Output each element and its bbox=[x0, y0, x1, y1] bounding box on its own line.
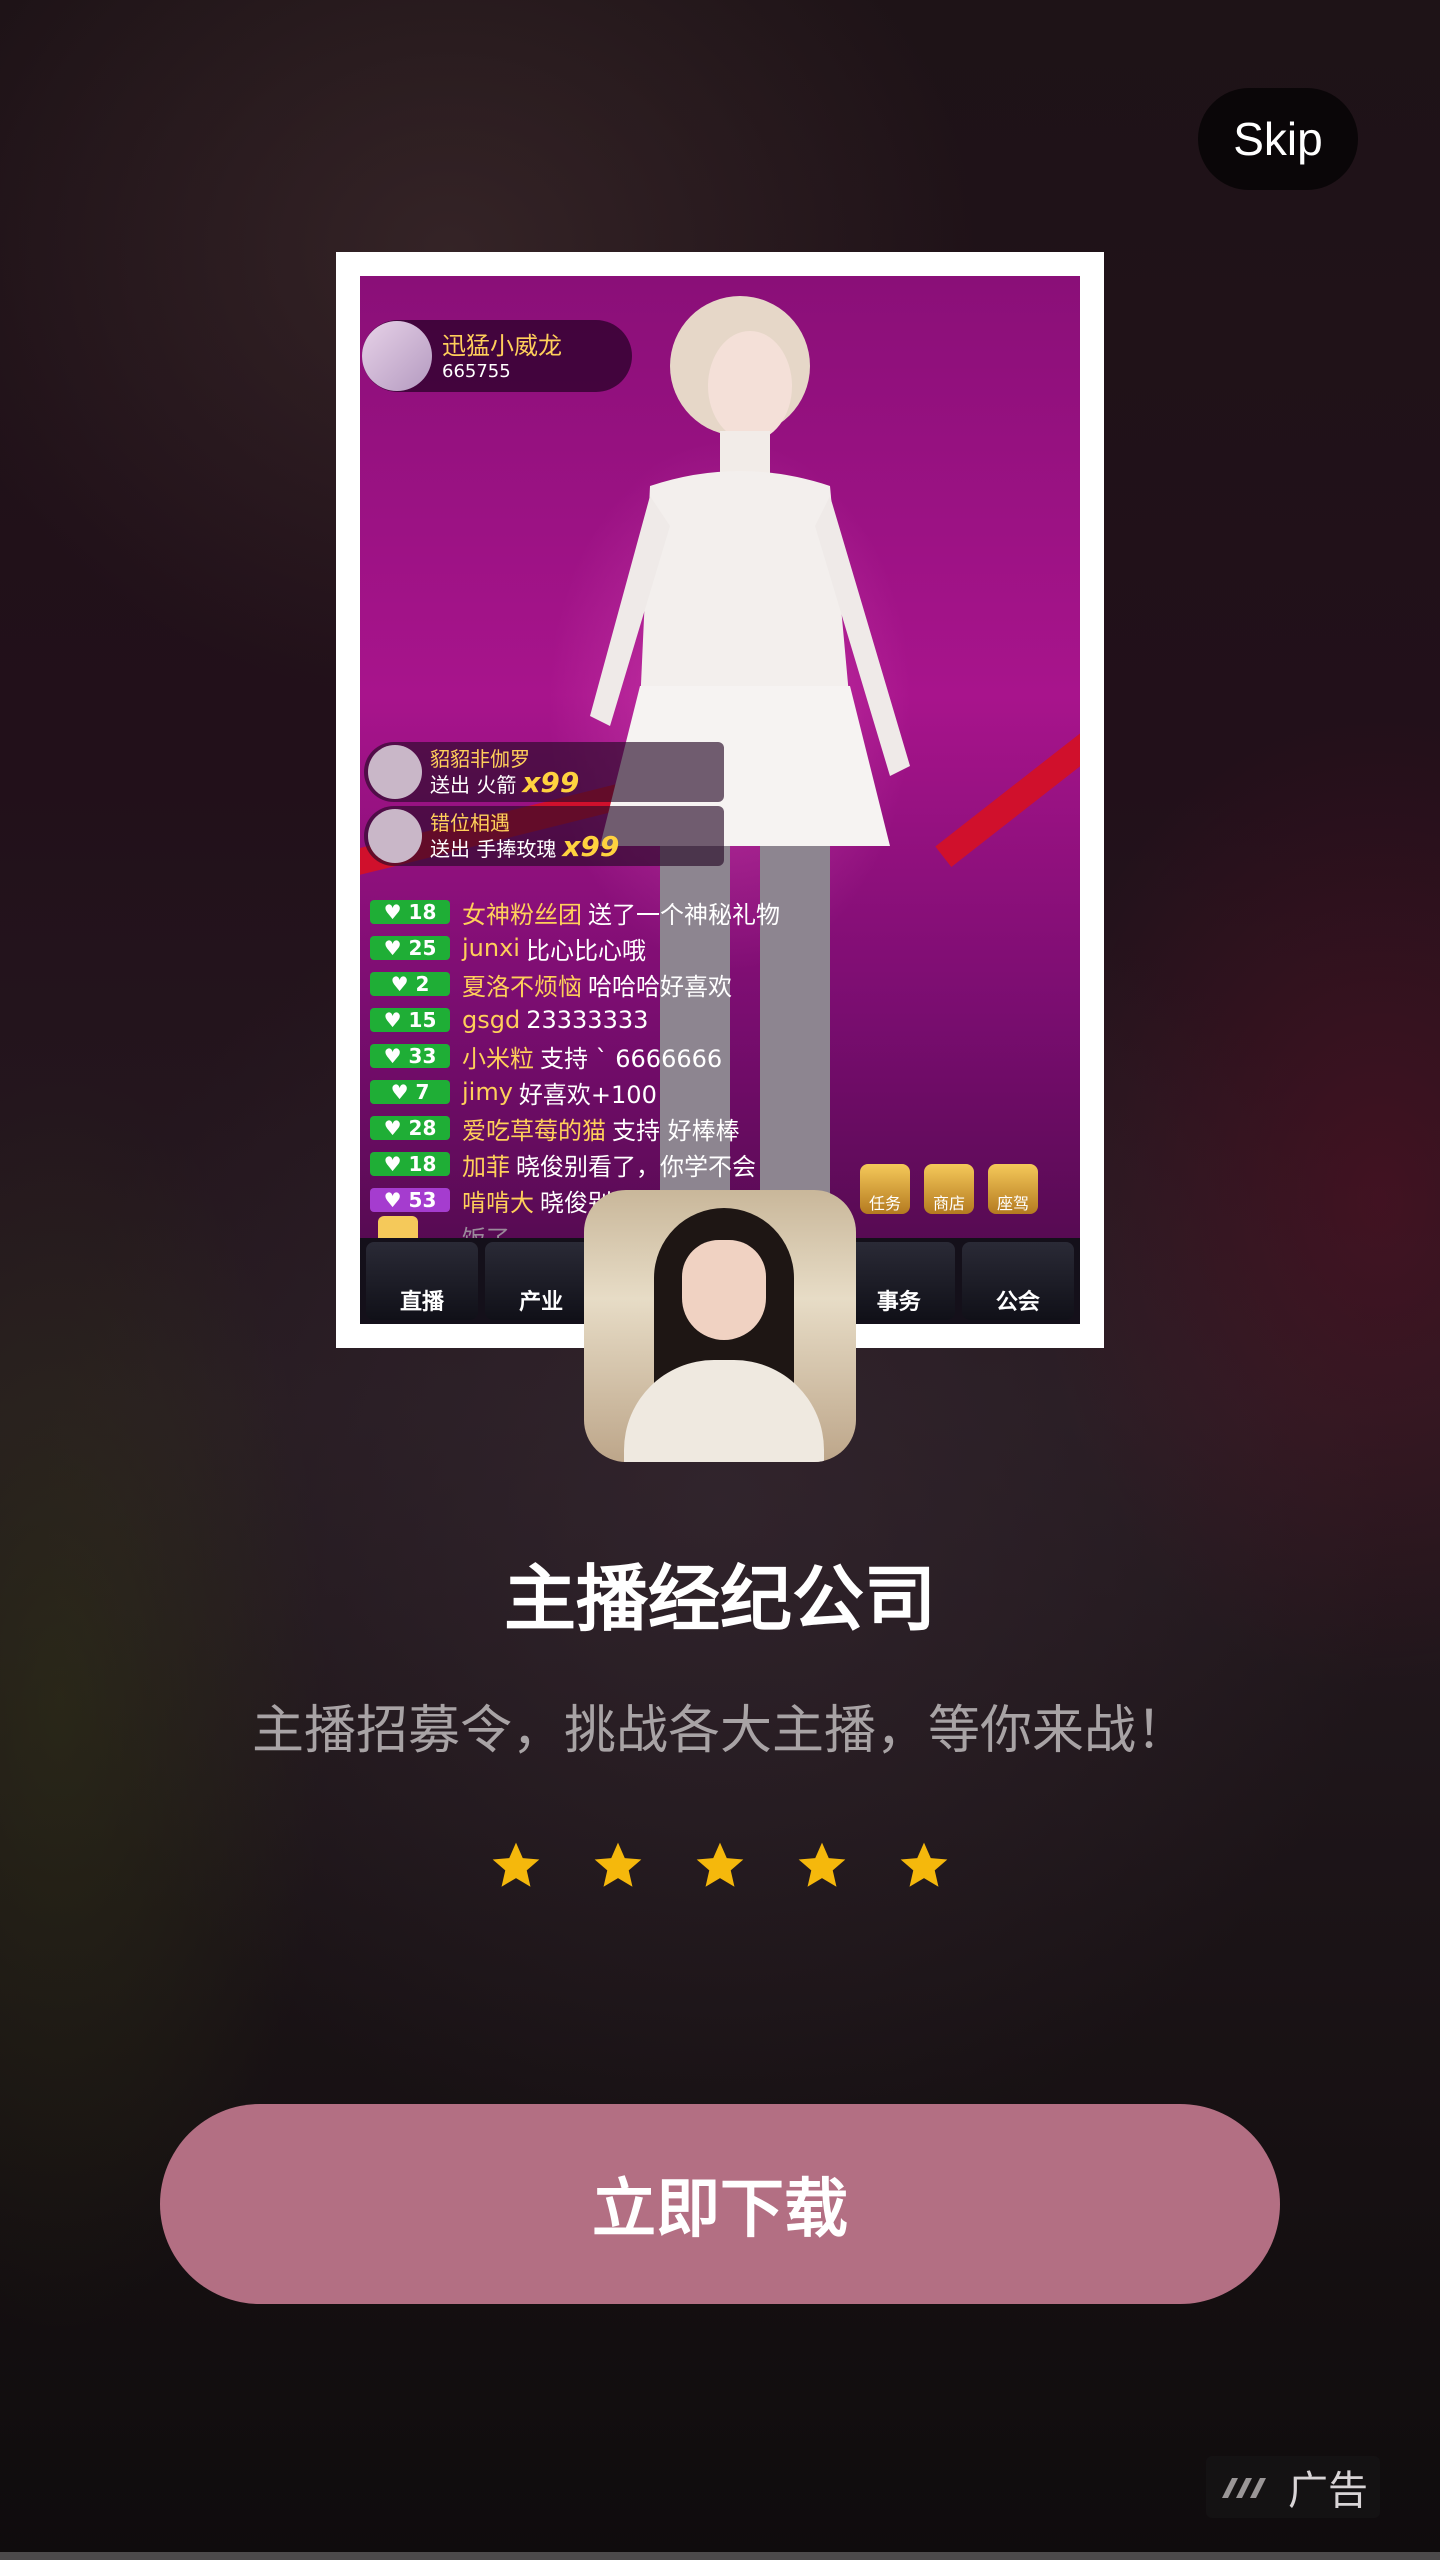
chat-user: 夏洛不烦恼 bbox=[462, 972, 582, 1001]
gift-text: 送出 手捧玫瑰 bbox=[430, 837, 557, 861]
chat-message: 好喜欢+100 bbox=[518, 1080, 657, 1109]
app-icon bbox=[584, 1190, 856, 1462]
avatar bbox=[368, 809, 422, 863]
gift-count: x99 bbox=[522, 766, 580, 799]
skip-button[interactable]: Skip bbox=[1198, 88, 1358, 190]
list-item: ♥ 25 junxi 比心比心哦 bbox=[370, 930, 1070, 966]
download-button[interactable]: 立即下载 bbox=[160, 2104, 1280, 2304]
level-badge: ♥ 18 bbox=[370, 900, 450, 924]
chat-user: 女神粉丝团 bbox=[462, 900, 582, 929]
list-item: ♥ 2 夏洛不烦恼 哈哈哈好喜欢 bbox=[370, 966, 1070, 1002]
level-badge: ♥ 33 bbox=[370, 1044, 450, 1068]
level-badge: ♥ 15 bbox=[370, 1008, 450, 1032]
chat-message: 晓俊别看了，你学不会 bbox=[516, 1152, 756, 1181]
promo-screenshot: 迅猛小威龙 665755 貂貂非伽罗 送出 火箭 x99 错位相遇 送出 手捧玫瑰… bbox=[336, 252, 1104, 1348]
divider bbox=[0, 2552, 1440, 2560]
industry-button[interactable]: 产业 bbox=[485, 1242, 598, 1320]
level-badge: ♥ 2 bbox=[370, 972, 450, 996]
app-subtitle: 主播招募令，挑战各大主播，等你来战！ bbox=[251, 1701, 1188, 1761]
decorative-ribbon bbox=[935, 711, 1080, 867]
list-item: ♥ 33 小米粒 支持 ` 6666666 bbox=[370, 1038, 1070, 1074]
level-badge: ♥ 28 bbox=[370, 1116, 450, 1140]
level-badge: ♥ 25 bbox=[370, 936, 450, 960]
chat-message: 送了一个神秘礼物 bbox=[588, 900, 780, 929]
chat-message: 23333333 bbox=[526, 1006, 649, 1034]
avatar bbox=[368, 745, 422, 799]
vehicle-icon[interactable]: 座驾 bbox=[988, 1164, 1038, 1214]
app-title: 主播经纪公司 bbox=[503, 1557, 936, 1641]
star-icon bbox=[594, 1842, 642, 1887]
host-avatar bbox=[362, 321, 432, 391]
shop-icons: 任务 商店 座驾 bbox=[860, 1164, 1038, 1214]
chat-message: 支持 好棒棒 bbox=[612, 1116, 740, 1145]
ad-logo-icon bbox=[1222, 2478, 1266, 2498]
host-name: 迅猛小威龙 bbox=[442, 331, 562, 360]
list-item: ♥ 18 女神粉丝团 送了一个神秘礼物 bbox=[370, 894, 1070, 930]
chat-user: 爱吃草莓的猫 bbox=[462, 1116, 606, 1145]
star-icon bbox=[492, 1842, 540, 1887]
chat-user: gsgd bbox=[462, 1006, 521, 1034]
chat-user: junxi bbox=[462, 934, 520, 962]
chat-user: 加菲 bbox=[462, 1152, 510, 1181]
level-badge: ♥ 53 bbox=[370, 1188, 450, 1212]
list-item: ♥ 28 爱吃草莓的猫 支持 好棒棒 bbox=[370, 1110, 1070, 1146]
chat-user: 啃啃大 bbox=[462, 1188, 534, 1217]
ad-label: 广告 bbox=[1288, 2468, 1368, 2514]
guild-button[interactable]: 公会 bbox=[961, 1242, 1074, 1320]
level-badge: ♥ 7 bbox=[370, 1080, 450, 1104]
list-item: ♥ 15 gsgd 23333333 bbox=[370, 1002, 1070, 1038]
gift-banner: 貂貂非伽罗 送出 火箭 x99 bbox=[364, 742, 724, 802]
live-button[interactable]: 直播 bbox=[366, 1242, 478, 1320]
task-icon[interactable]: 任务 bbox=[860, 1164, 910, 1214]
affairs-button[interactable]: 事务 bbox=[842, 1242, 955, 1320]
chat-user: jimy bbox=[462, 1078, 513, 1106]
chat-user: 小米粒 bbox=[462, 1044, 534, 1073]
star-icon bbox=[798, 1842, 846, 1887]
gift-banner: 错位相遇 送出 手捧玫瑰 x99 bbox=[364, 806, 724, 866]
star-icon bbox=[900, 1842, 948, 1887]
chat-message: 比心比心哦 bbox=[525, 936, 646, 965]
list-item: ♥ 7 jimy 好喜欢+100 bbox=[370, 1074, 1070, 1110]
host-fans-count: 665755 bbox=[442, 360, 511, 382]
chat-message: 支持 ` 6666666 bbox=[540, 1044, 723, 1073]
rating-stars bbox=[488, 1838, 952, 1894]
ad-badge: 广告 bbox=[1206, 2456, 1380, 2518]
screenshot-content: 迅猛小威龙 665755 貂貂非伽罗 送出 火箭 x99 错位相遇 送出 手捧玫瑰… bbox=[360, 276, 1080, 1324]
host-info[interactable]: 迅猛小威龙 665755 bbox=[362, 320, 632, 392]
level-badge: ♥ 18 bbox=[370, 1152, 450, 1176]
gift-text: 送出 火箭 bbox=[430, 773, 517, 797]
gift-count: x99 bbox=[562, 830, 620, 863]
shop-icon[interactable]: 商店 bbox=[924, 1164, 974, 1214]
chat-message: 哈哈哈好喜欢 bbox=[588, 972, 732, 1001]
star-icon bbox=[696, 1842, 744, 1887]
